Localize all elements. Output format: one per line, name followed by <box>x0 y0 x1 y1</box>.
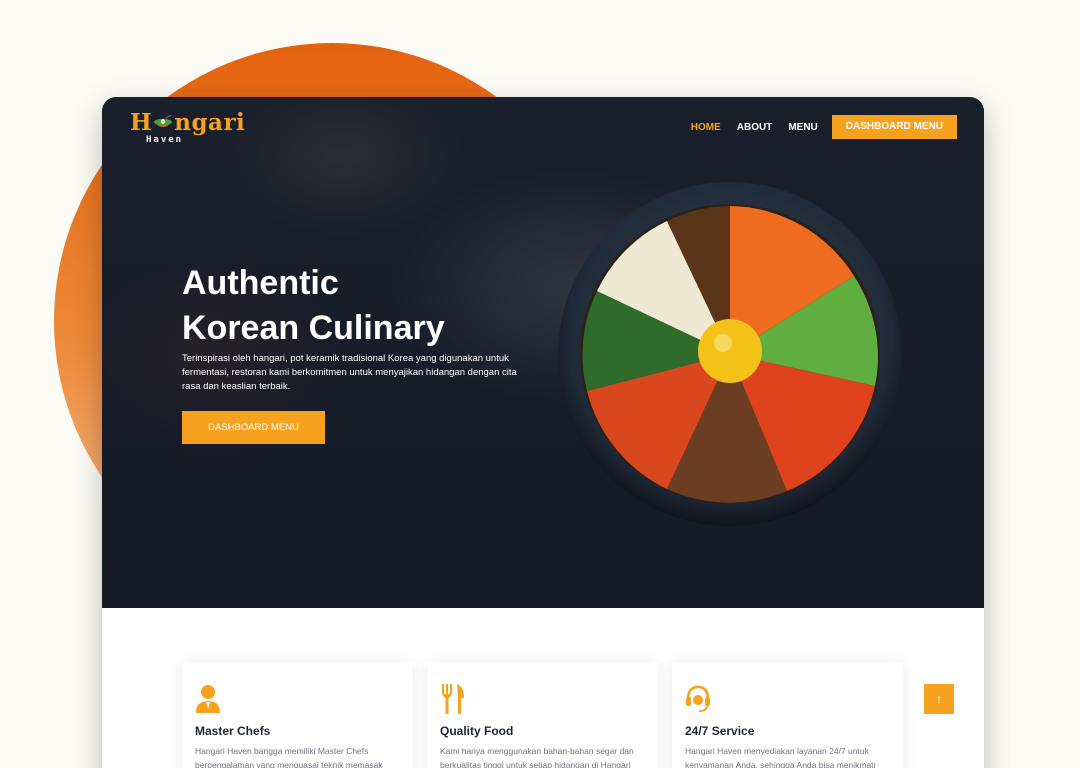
feature-card-quality-food: Quality Food Kami hanya menggunakan baha… <box>427 662 658 768</box>
chef-icon <box>196 685 220 713</box>
logo-letters: ngari <box>174 109 246 136</box>
utensils-icon <box>442 684 464 714</box>
hero-title: Authentic Korean Culinary <box>182 261 445 351</box>
hero-title-line2: Korean Culinary <box>182 309 445 347</box>
website-frame: Hngari Haven Hangari HOME ABOUT MENU DAS… <box>102 97 984 768</box>
feature-title: Master Chefs <box>195 724 271 738</box>
nav-menu[interactable]: MENU <box>788 122 817 133</box>
logo-text: Hngari <box>130 109 245 136</box>
feature-title: 24/7 Service <box>685 724 755 738</box>
bowl-logo-icon <box>154 115 173 127</box>
feature-text: Kami hanya menggunakan bahan-bahan segar… <box>440 746 634 768</box>
main-nav: HOME ABOUT MENU DASHBOARD MENU <box>675 115 957 139</box>
feature-card-master-chefs: Master Chefs Hangari Haven bangga memili… <box>182 662 413 768</box>
feature-text: Hangari Haven bangga memiliki Master Che… <box>195 746 383 768</box>
logo-letter: H <box>130 109 153 136</box>
scroll-to-top-button[interactable]: ↑ <box>924 684 954 714</box>
feature-card-24-7-service: 24/7 Service Hangari Haven menyediakan l… <box>672 662 903 768</box>
logo-subtitle: Haven <box>146 135 184 145</box>
nav-about[interactable]: ABOUT <box>737 122 773 133</box>
nav-dashboard-menu-button[interactable]: DASHBOARD MENU <box>831 115 957 139</box>
hero-title-line1: Authentic <box>182 264 339 302</box>
site-logo[interactable]: Hngari Haven Hangari <box>130 109 245 149</box>
feature-title: Quality Food <box>440 724 514 738</box>
feature-text: Hangari Haven menyediakan layanan 24/7 u… <box>685 746 876 768</box>
hero-description: Terinspirasi oleh hangari, pot keramik t… <box>182 353 517 392</box>
arrow-up-icon: ↑ <box>936 692 942 706</box>
bibimbap-bowl-image <box>558 182 902 526</box>
nav-home[interactable]: HOME <box>691 122 721 133</box>
hero-dashboard-menu-button[interactable]: DASHBOARD MENU <box>182 411 325 444</box>
hero-section: Hngari Haven Hangari HOME ABOUT MENU DAS… <box>102 97 984 608</box>
headset-icon <box>686 685 710 712</box>
